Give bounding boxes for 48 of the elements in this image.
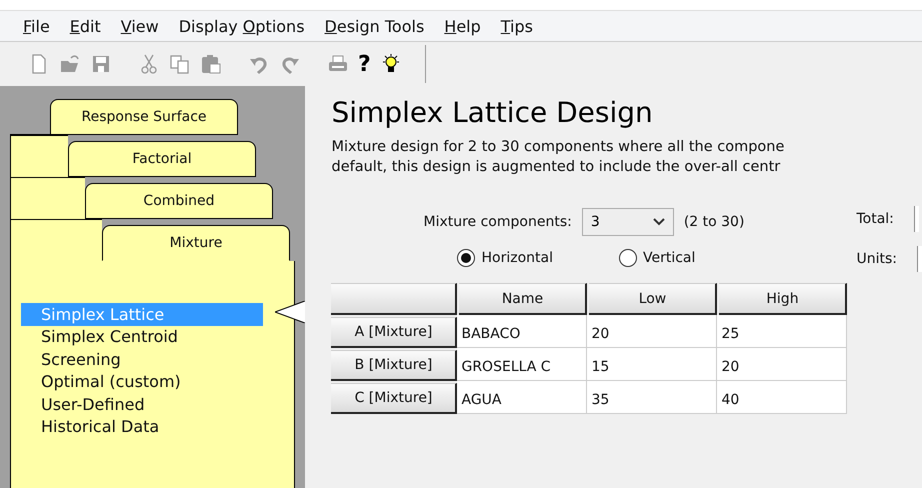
radio-button[interactable]: [457, 249, 476, 267]
tab[interactable]: Mixture: [102, 225, 290, 261]
menu-item[interactable]: Help: [441, 16, 490, 36]
description-text: default, this design is augmented to include the over-all centr: [331, 158, 782, 177]
units-field[interactable]: [917, 246, 922, 272]
menu-item[interactable]: Display Options: [176, 16, 314, 36]
table-cell[interactable]: AGUA: [457, 381, 588, 414]
tab[interactable]: Response Surface: [50, 99, 238, 135]
column-header[interactable]: Low: [589, 283, 718, 315]
range-hint: (2 to 30): [684, 214, 744, 230]
table-cell[interactable]: 40: [717, 381, 848, 414]
table-cell[interactable]: BABACO: [457, 315, 588, 348]
radio-label: Vertical: [642, 250, 696, 266]
menu-item[interactable]: Design Tools: [322, 16, 434, 36]
table-cell[interactable]: 15: [587, 348, 718, 381]
design-list-item[interactable]: Simplex Centroid: [21, 326, 263, 348]
tab[interactable]: Combined: [85, 183, 273, 219]
menu-item[interactable]: File: [20, 16, 59, 36]
field-label: Mixture components:: [423, 214, 572, 230]
radio-button[interactable]: [618, 249, 637, 267]
menu-item[interactable]: View: [118, 16, 168, 36]
card-background: [10, 135, 68, 177]
row-header[interactable]: B [Mixture]: [331, 350, 458, 381]
column-header[interactable]: High: [719, 283, 848, 315]
menu-item[interactable]: Tips: [498, 16, 542, 36]
design-list-item[interactable]: Historical Data: [21, 416, 263, 438]
chevron-down-icon: [652, 218, 665, 226]
design-list-item[interactable]: User-Defined: [21, 393, 263, 416]
menu-item[interactable]: Edit: [66, 16, 110, 36]
table-cell[interactable]: 35: [587, 381, 718, 414]
total-field[interactable]: [914, 206, 919, 232]
design-list-item[interactable]: Optimal (custom): [21, 370, 263, 393]
table-cell[interactable]: GROSELLA C: [457, 348, 588, 381]
field-label: Total:: [856, 211, 894, 227]
components-dropdown[interactable]: 3: [582, 208, 674, 236]
description-text: Mixture design for 2 to 30 components where all the compone: [331, 138, 786, 157]
design-list-item[interactable]: Screening: [21, 348, 263, 370]
column-header[interactable]: Name: [459, 283, 588, 315]
table-cell[interactable]: 20: [587, 315, 718, 348]
row-header[interactable]: C [Mixture]: [331, 383, 458, 414]
radio-label: Horizontal: [481, 250, 553, 266]
page-title: Simplex Lattice Design: [331, 96, 654, 129]
tab[interactable]: Factorial: [68, 141, 256, 177]
table-cell[interactable]: 25: [717, 315, 848, 348]
row-header[interactable]: A [Mixture]: [331, 317, 458, 348]
help-button[interactable]: ?: [358, 52, 371, 76]
table-cell[interactable]: 20: [717, 348, 848, 381]
field-label: Units:: [856, 251, 897, 267]
